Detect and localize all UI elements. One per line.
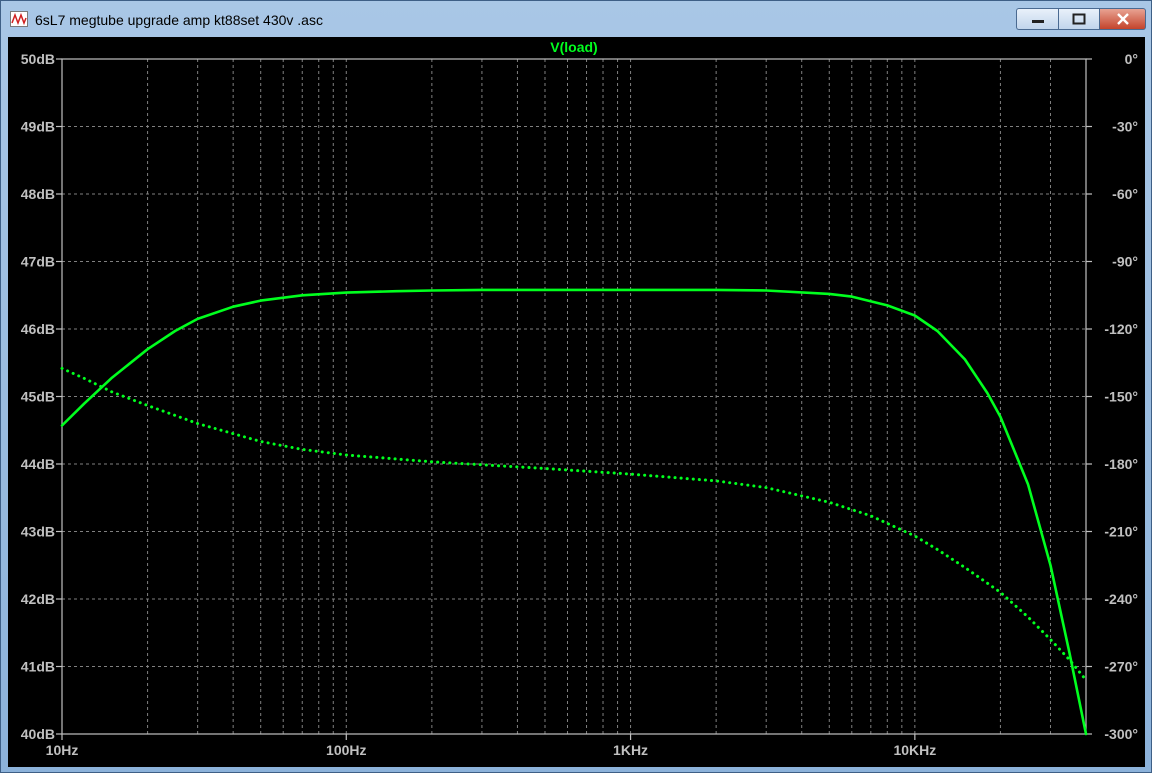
maximize-icon — [1072, 13, 1086, 25]
maximize-button[interactable] — [1058, 8, 1100, 30]
y-tick-label-left: 40dB — [21, 726, 55, 742]
y-tick-label-right: -90° — [1112, 254, 1138, 270]
y-tick-label-right: -210° — [1104, 524, 1138, 540]
y-tick-label-left: 50dB — [21, 51, 55, 67]
y-tick-label-left: 47dB — [21, 254, 55, 270]
window-title: 6sL7 megtube upgrade amp kt88set 430v .a… — [35, 12, 323, 28]
title-bar[interactable]: 6sL7 megtube upgrade amp kt88set 430v .a… — [1, 1, 1151, 37]
chart-title: V(load) — [550, 39, 597, 55]
y-tick-label-right: -150° — [1104, 389, 1138, 405]
y-tick-label-right: 0° — [1125, 51, 1138, 67]
minimize-button[interactable] — [1016, 8, 1058, 30]
y-tick-label-right: -30° — [1112, 119, 1138, 135]
y-tick-label-right: -120° — [1104, 321, 1138, 337]
x-tick-label: 10Hz — [46, 742, 79, 758]
waveform-app-icon — [10, 11, 28, 27]
y-tick-label-left: 45dB — [21, 389, 55, 405]
y-tick-label-left: 46dB — [21, 321, 55, 337]
plot-pane[interactable]: V(load) 40dB 41dB 42dB 43dB 44dB 45dB 46dB 47dB 4… — [8, 37, 1145, 767]
y-tick-label-right: -60° — [1112, 186, 1138, 202]
x-tick-label: 1KHz — [613, 742, 648, 758]
app-window: 6sL7 megtube upgrade amp kt88set 430v .a… — [0, 0, 1152, 773]
x-tick-label: 10KHz — [893, 742, 936, 758]
y-tick-label-right: -270° — [1104, 659, 1138, 675]
y-tick-label-left: 49dB — [21, 119, 55, 135]
y-tick-label-right: -180° — [1104, 456, 1138, 472]
y-tick-label-left: 41dB — [21, 659, 55, 675]
minimize-icon — [1031, 20, 1044, 23]
y-tick-label-left: 43dB — [21, 524, 55, 540]
phase-trace-line — [60, 366, 1088, 682]
bode-plot[interactable]: V(load) 40dB 41dB 42dB 43dB 44dB 45dB 46dB 47dB 4… — [8, 37, 1145, 767]
close-button[interactable] — [1100, 8, 1146, 30]
y-tick-label-left: 44dB — [21, 456, 55, 472]
y-tick-label-left: 48dB — [21, 186, 55, 202]
y-tick-label-right: -300° — [1104, 726, 1138, 742]
x-tick-label: 100Hz — [326, 742, 366, 758]
y-tick-label-left: 42dB — [21, 591, 55, 607]
magnitude-trace-line — [60, 288, 1088, 736]
close-icon — [1116, 13, 1129, 25]
y-tick-label-right: -240° — [1104, 591, 1138, 607]
